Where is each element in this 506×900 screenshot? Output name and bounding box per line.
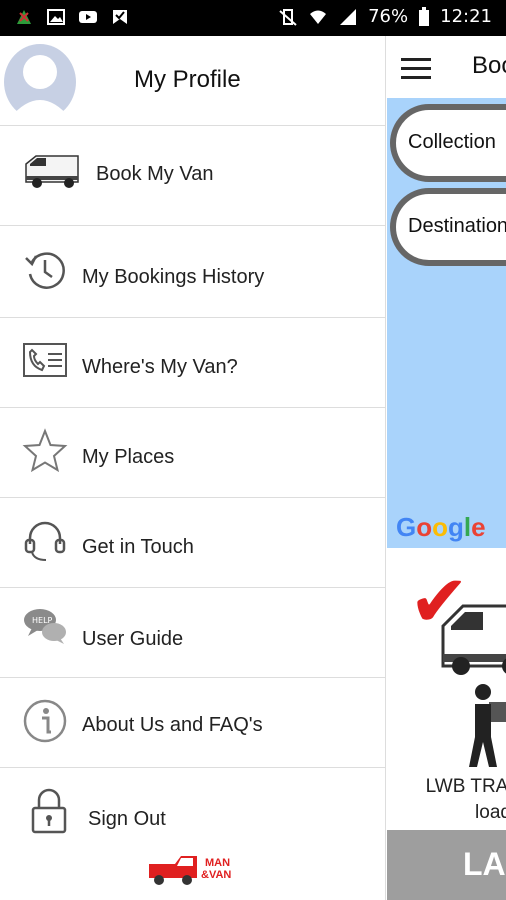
help-chat-icon: HELP xyxy=(24,609,66,644)
system-icons: 76% 12:21 xyxy=(278,6,492,27)
get-in-touch-label: Get in Touch xyxy=(82,536,194,558)
van-icon xyxy=(441,604,506,675)
menu-item-user-guide[interactable]: HELP User Guide xyxy=(0,588,386,678)
svg-text:HELP: HELP xyxy=(32,616,53,625)
bookings-history-label: My Bookings History xyxy=(82,266,265,288)
menu-item-wheres-my-van[interactable]: Where's My Van? xyxy=(0,318,386,408)
notification-icons xyxy=(14,7,130,27)
menu-item-about-us[interactable]: About Us and FAQ's xyxy=(0,678,386,768)
mover-icon xyxy=(469,684,506,767)
status-bar: 76% 12:21 xyxy=(0,0,506,36)
banner-text: LA xyxy=(463,846,506,882)
signal-icon xyxy=(340,8,357,25)
battery-percent: 76% xyxy=(368,6,409,27)
menu-item-my-places[interactable]: My Places xyxy=(0,408,386,498)
app-notification-icon xyxy=(17,10,31,24)
man-and-van-logo: MAN &VAN xyxy=(149,856,231,885)
destination-input[interactable]: Destination xyxy=(390,188,506,266)
menu-item-bookings-history[interactable]: My Bookings History xyxy=(0,226,386,318)
info-icon xyxy=(23,699,67,743)
svg-text:MAN: MAN xyxy=(205,857,230,869)
page-title: Boo xyxy=(472,52,506,79)
promo-line-1: LWB TRA xyxy=(425,776,506,797)
contact-card-icon xyxy=(23,343,67,377)
promo-text: LWB TRA load xyxy=(387,774,506,826)
destination-placeholder: Destination xyxy=(408,215,506,237)
book-my-van-label: Book My Van xyxy=(96,163,214,185)
google-logo: Google xyxy=(396,512,486,542)
wheres-my-van-label: Where's My Van? xyxy=(82,356,238,378)
collection-input[interactable]: Collection xyxy=(390,104,506,182)
about-us-label: About Us and FAQ's xyxy=(82,714,263,736)
clock: 12:21 xyxy=(440,6,492,27)
collection-placeholder: Collection xyxy=(408,131,496,153)
menu-item-get-in-touch[interactable]: Get in Touch xyxy=(0,498,386,588)
my-places-label: My Places xyxy=(82,446,175,468)
wifi-icon xyxy=(310,10,327,24)
menu-item-sign-out[interactable]: Sign Out xyxy=(0,768,386,846)
navigation-drawer: My Profile Book My Van My Bookings Histo… xyxy=(0,36,386,900)
star-icon xyxy=(22,428,68,473)
app-bar: Boo xyxy=(387,36,506,98)
headset-icon xyxy=(24,521,66,561)
user-guide-label: User Guide xyxy=(82,628,184,650)
lock-icon xyxy=(31,788,67,834)
battery-icon xyxy=(419,6,430,26)
map-view[interactable]: Collection Destination Google xyxy=(387,98,506,548)
svg-text:&VAN: &VAN xyxy=(201,869,231,881)
van-icon xyxy=(25,155,79,188)
history-icon xyxy=(25,252,65,289)
bottom-banner[interactable]: LA xyxy=(387,830,506,900)
app-check-icon xyxy=(113,10,127,24)
avatar-icon xyxy=(4,44,76,118)
vibrate-mute-icon xyxy=(279,8,297,26)
promo-line-2: load xyxy=(475,802,506,823)
profile-header[interactable]: My Profile xyxy=(0,36,386,126)
main-screen: Boo Collection Destination Google ✔ LWB … xyxy=(387,36,506,900)
sign-out-label: Sign Out xyxy=(88,808,166,830)
menu-icon[interactable] xyxy=(401,58,431,79)
promo-card[interactable]: ✔ LWB TRA load xyxy=(387,548,506,828)
youtube-icon xyxy=(79,11,97,23)
image-icon xyxy=(47,9,65,25)
profile-title: My Profile xyxy=(134,66,241,93)
book-my-van-item[interactable]: Book My Van xyxy=(0,126,386,226)
